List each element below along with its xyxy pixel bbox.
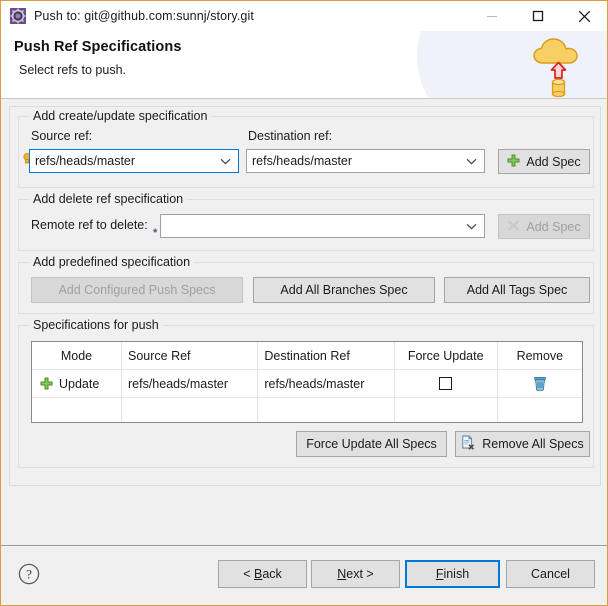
window-controls — [469, 1, 607, 31]
chevron-down-icon — [220, 154, 231, 168]
remove-all-specs-button[interactable]: Remove All Specs — [455, 431, 590, 457]
title-bar: Push to: git@github.com:sunnj/story.git — [1, 1, 607, 31]
table-row-empty — [32, 398, 582, 422]
finish-button[interactable]: Finish — [405, 560, 500, 588]
column-header-force-update: Force Update — [395, 342, 498, 369]
cloud-push-icon — [529, 33, 591, 98]
next-button-label: Next > — [337, 567, 374, 581]
minimize-button[interactable] — [469, 1, 515, 31]
add-all-branches-spec-button[interactable]: Add All Branches Spec — [253, 277, 435, 303]
force-update-all-specs-button[interactable]: Force Update All Specs — [296, 431, 447, 457]
column-header-destination-ref: Destination Ref — [258, 342, 395, 369]
gear-icon — [10, 8, 26, 24]
cancel-button-label: Cancel — [531, 567, 570, 581]
remote-ref-to-delete-label: Remote ref to delete: — [31, 218, 148, 232]
trash-icon[interactable] — [533, 376, 547, 391]
help-icon[interactable]: ? — [18, 563, 40, 585]
force-update-all-specs-label: Force Update All Specs — [306, 437, 437, 451]
back-button-label: < Back — [243, 567, 282, 581]
dialog-footer: ? < Back Next > Finish Cancel — [1, 545, 607, 605]
add-spec-delete-ref-label: Add Spec — [526, 219, 581, 234]
destination-ref-value: refs/heads/master — [252, 154, 353, 168]
back-button[interactable]: < Back — [218, 560, 307, 588]
group-predefined-specification: Add predefined specification Add Configu… — [18, 255, 594, 314]
green-plus-icon — [40, 377, 53, 390]
force-update-checkbox[interactable] — [439, 377, 453, 390]
table-header-row: Mode Source Ref Destination Ref Force Up… — [32, 342, 582, 370]
maximize-icon — [532, 10, 544, 22]
close-icon — [578, 10, 590, 22]
minimize-icon — [487, 16, 497, 17]
push-specifications-table[interactable]: Mode Source Ref Destination Ref Force Up… — [31, 341, 583, 423]
required-field-marker: * — [153, 227, 158, 239]
cell-source-ref: refs/heads/master — [122, 370, 259, 397]
add-spec-delete-ref-button[interactable]: Add Spec — [498, 214, 590, 239]
close-button[interactable] — [561, 1, 607, 31]
remove-all-specs-label: Remove All Specs — [482, 437, 584, 451]
cell-empty-source — [122, 398, 259, 422]
source-ref-combo[interactable]: refs/heads/master — [29, 149, 239, 173]
page-subtitle: Select refs to push. — [19, 63, 127, 77]
cancel-button[interactable]: Cancel — [506, 560, 595, 588]
green-plus-icon — [507, 154, 520, 170]
group-legend-delete-ref: Add delete ref specification — [29, 192, 188, 206]
remote-ref-to-delete-combo[interactable] — [160, 214, 485, 238]
column-header-source-ref: Source Ref — [122, 342, 259, 369]
cell-remove[interactable] — [498, 370, 582, 397]
group-legend-create-update: Add create/update specification — [29, 109, 212, 123]
source-ref-label: Source ref: — [31, 129, 93, 143]
cell-empty-destination — [258, 398, 395, 422]
group-delete-ref-specification: Add delete ref specification Remote ref … — [18, 192, 594, 251]
finish-button-label: Finish — [435, 567, 470, 581]
add-spec-create-update-label: Add Spec — [526, 154, 581, 169]
chevron-down-icon — [466, 219, 477, 233]
add-configured-push-specs-button[interactable]: Add Configured Push Specs — [31, 277, 243, 303]
group-legend-predefined: Add predefined specification — [29, 255, 195, 269]
add-spec-create-update-button[interactable]: Add Spec — [498, 149, 590, 174]
group-legend-specifications: Specifications for push — [29, 318, 163, 332]
content-panel: Add create/update specification Source r… — [9, 106, 601, 486]
add-all-tags-spec-label: Add All Tags Spec — [466, 283, 568, 297]
cell-empty-force — [395, 398, 498, 422]
push-ref-specifications-dialog: Push to: git@github.com:sunnj/story.git … — [0, 0, 608, 606]
dialog-header: Push Ref Specifications Select refs to p… — [1, 31, 607, 99]
add-all-branches-spec-label: Add All Branches Spec — [280, 283, 408, 297]
page-title: Push Ref Specifications — [14, 39, 182, 55]
maximize-button[interactable] — [515, 1, 561, 31]
cell-mode: Update — [32, 370, 122, 397]
cell-destination-ref: refs/heads/master — [258, 370, 395, 397]
add-all-tags-spec-button[interactable]: Add All Tags Spec — [444, 277, 590, 303]
table-row[interactable]: Update refs/heads/master refs/heads/mast… — [32, 370, 582, 398]
next-button[interactable]: Next > — [311, 560, 400, 588]
column-header-mode: Mode — [32, 342, 122, 369]
document-delete-icon — [461, 435, 476, 453]
group-create-update-specification: Add create/update specification Source r… — [18, 109, 594, 188]
destination-ref-combo[interactable]: refs/heads/master — [246, 149, 485, 173]
svg-text:?: ? — [26, 567, 32, 582]
grey-x-icon — [507, 219, 520, 235]
cell-empty-remove — [498, 398, 582, 422]
chevron-down-icon — [466, 154, 477, 168]
group-specifications-for-push: Specifications for push Mode Source Ref … — [18, 318, 594, 468]
add-configured-push-specs-label: Add Configured Push Specs — [58, 283, 216, 297]
window-title: Push to: git@github.com:sunnj/story.git — [34, 9, 254, 23]
column-header-remove: Remove — [516, 348, 564, 363]
destination-ref-label: Destination ref: — [248, 129, 333, 143]
cell-mode-label: Update — [59, 376, 100, 391]
cell-empty-mode — [32, 398, 122, 422]
cell-force-update[interactable] — [395, 370, 498, 397]
source-ref-value: refs/heads/master — [35, 154, 136, 168]
